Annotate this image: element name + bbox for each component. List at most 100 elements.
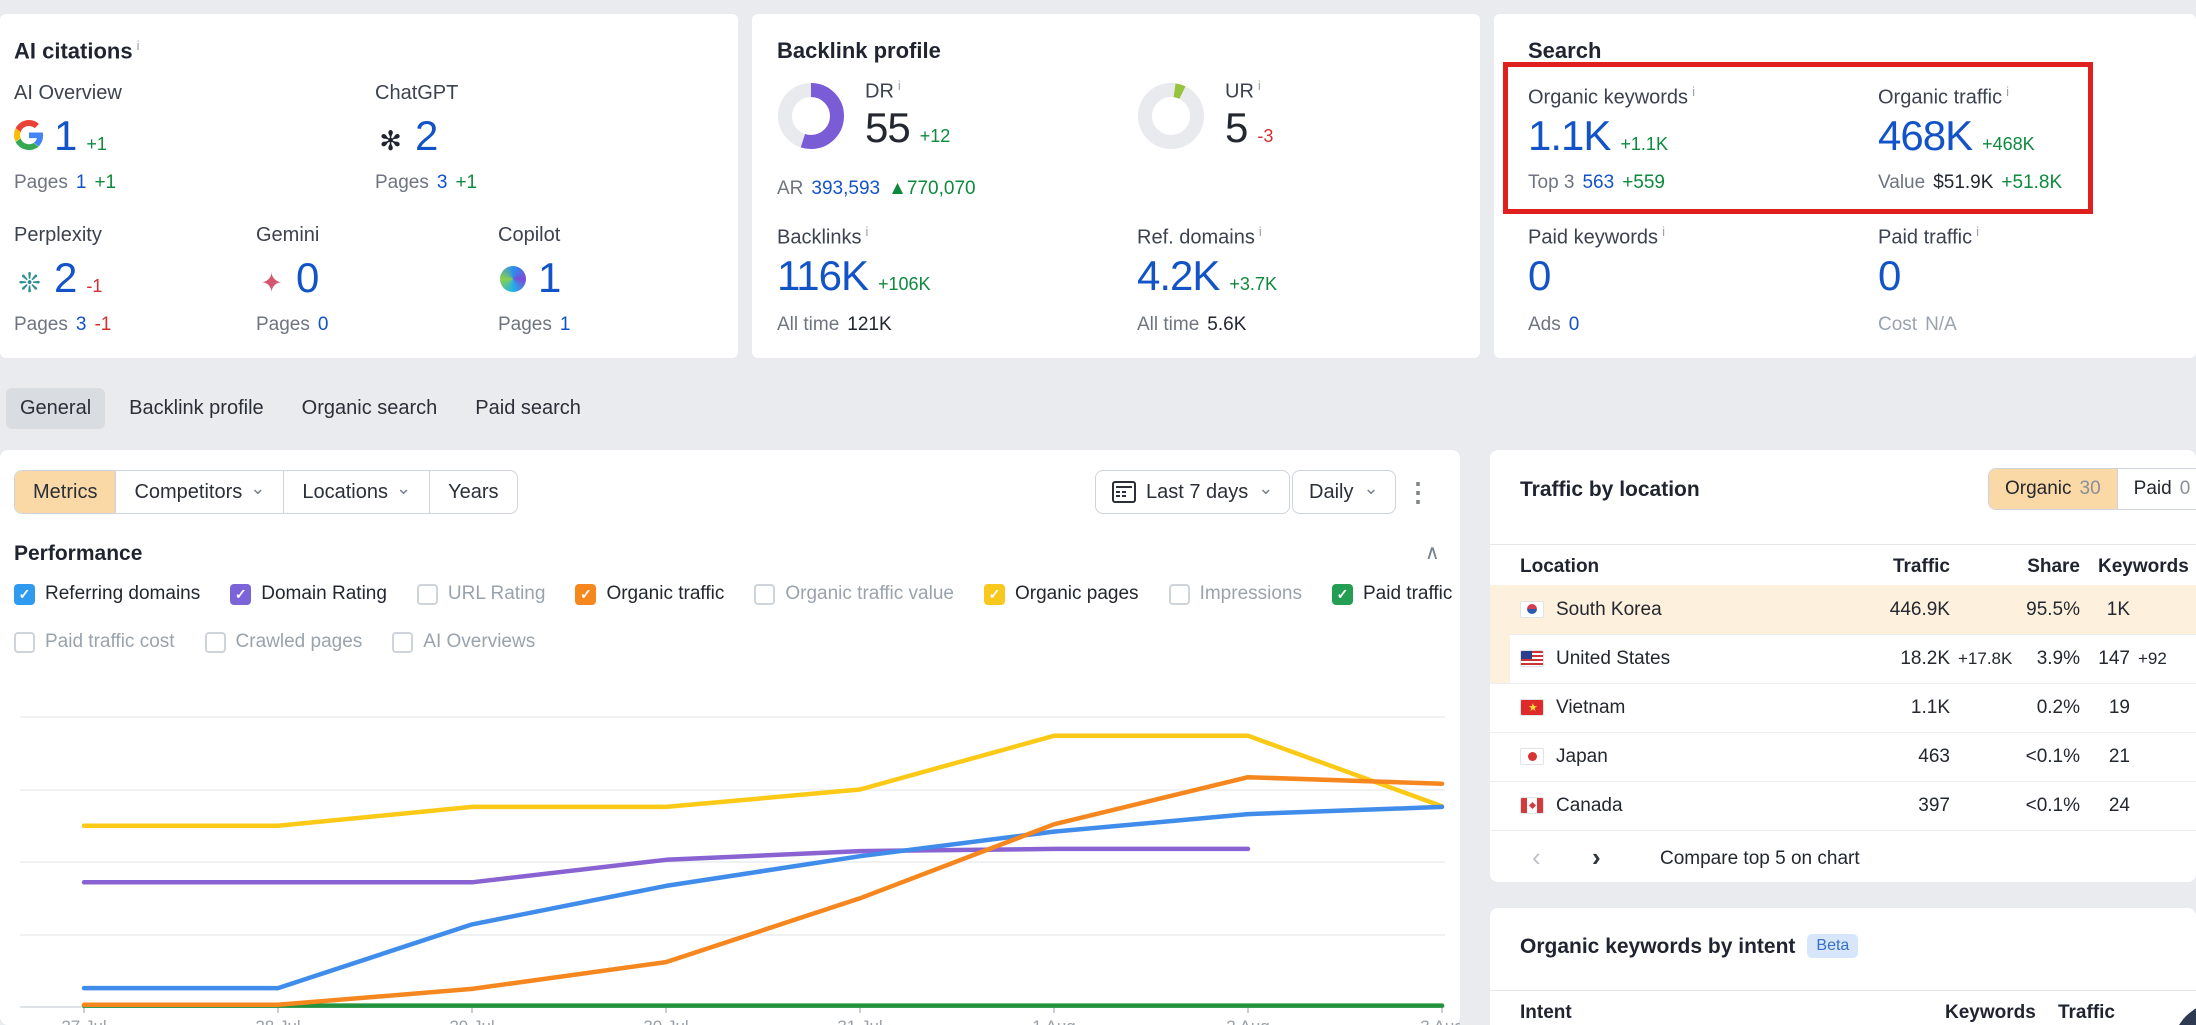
- metric-checkbox-referring-domains[interactable]: Referring domains: [14, 583, 200, 605]
- metric-checkbox-paid-traffic-cost[interactable]: Paid traffic cost: [14, 631, 175, 653]
- ai-source-pages: Pages1+1: [14, 172, 116, 194]
- chevron-up-icon[interactable]: ∧: [1425, 540, 1440, 565]
- dr-value: 55+12: [865, 104, 950, 152]
- ar-value-link[interactable]: 393,593: [811, 178, 880, 200]
- metric-checkbox-organic-traffic[interactable]: Organic traffic: [575, 583, 724, 605]
- date-range-button[interactable]: Last 7 days: [1095, 470, 1290, 514]
- info-icon[interactable]: i: [1662, 224, 1665, 239]
- next-page-button[interactable]: ›: [1592, 842, 1601, 873]
- metric-checkbox-ai-overviews[interactable]: AI Overviews: [392, 631, 535, 653]
- traffic-by-location-title: Traffic by location: [1520, 478, 1700, 502]
- info-icon[interactable]: i: [1976, 224, 1979, 239]
- ai-source-pages: Pages1: [498, 314, 570, 336]
- beta-badge: Beta: [1807, 934, 1858, 958]
- keywords-link[interactable]: 19: [2050, 683, 2130, 732]
- tab-paid-search[interactable]: Paid search: [461, 388, 595, 429]
- metric-checkbox-paid-traffic[interactable]: Paid traffic: [1332, 583, 1452, 605]
- tab-organic-search[interactable]: Organic search: [288, 388, 452, 429]
- tab-backlink-profile[interactable]: Backlink profile: [115, 388, 278, 429]
- ai-source-label: Gemini: [256, 224, 319, 247]
- location-row-vn[interactable]: ★Vietnam1.1K0.2%19: [1490, 683, 2196, 733]
- keywords-delta: +92: [2138, 634, 2167, 683]
- traffic-value: 463: [1820, 732, 1950, 781]
- overview-panel: MetricsCompetitorsLocationsYears Last 7 …: [0, 450, 1460, 1025]
- search-title: Search: [1528, 38, 1601, 64]
- keywords-link[interactable]: 147: [2050, 634, 2130, 683]
- flag-ca-icon: [1520, 797, 1544, 814]
- granularity-button[interactable]: Daily: [1292, 470, 1396, 514]
- toggle-organic[interactable]: Organic 30: [1989, 469, 2117, 509]
- metric-checkbox-organic-traffic-value[interactable]: Organic traffic value: [754, 583, 954, 605]
- pages-delta: -1: [94, 314, 111, 336]
- backlinks-alltime: All time121K: [777, 314, 892, 336]
- keywords-link[interactable]: 1K: [2050, 585, 2130, 634]
- filter-segment-years[interactable]: Years: [430, 471, 516, 513]
- pages-link[interactable]: 3: [76, 314, 87, 336]
- metric-checkbox-organic-pages[interactable]: Organic pages: [984, 583, 1139, 605]
- pages-link[interactable]: 1: [560, 314, 571, 336]
- traffic-by-location-panel: Traffic by location Organic 30 Paid 0 Lo…: [1490, 450, 2196, 882]
- backlinks-value[interactable]: 116K+106K: [777, 252, 931, 300]
- ai-source-delta: +1: [86, 134, 107, 155]
- toggle-paid[interactable]: Paid 0: [2117, 469, 2196, 509]
- keywords-link[interactable]: 24: [2050, 781, 2130, 830]
- x-axis-label: 28 Jul: [255, 1017, 300, 1025]
- info-icon[interactable]: i: [898, 78, 901, 93]
- filter-segment-competitors[interactable]: Competitors: [116, 471, 284, 513]
- tab-general[interactable]: General: [6, 388, 105, 429]
- series-organic-traffic: [84, 777, 1442, 1005]
- traffic-value: 397: [1820, 781, 1950, 830]
- pages-link[interactable]: 1: [76, 172, 87, 194]
- checkbox-icon: [575, 584, 596, 605]
- compare-top5-link[interactable]: Compare top 5 on chart: [1660, 848, 1860, 870]
- flag-kr-icon: [1520, 601, 1544, 618]
- info-icon[interactable]: i: [1259, 224, 1262, 239]
- ai-source-value[interactable]: ✦0: [256, 254, 318, 302]
- more-options-button[interactable]: [1405, 470, 1431, 514]
- location-row-us[interactable]: United States18.2K+17.8K3.9%147+92: [1490, 634, 2196, 684]
- checkbox-icon: [1169, 584, 1190, 605]
- keywords-link[interactable]: 21: [2050, 732, 2130, 781]
- ai-source-value[interactable]: 1: [498, 254, 560, 302]
- col-header-keywords: Keywords: [2098, 556, 2189, 578]
- x-axis-label: 3 Aug: [1420, 1017, 1460, 1025]
- col-header-share: Share: [2010, 556, 2080, 578]
- paid-keywords-value[interactable]: 0: [1528, 252, 1550, 300]
- metric-checkbox-url-rating[interactable]: URL Rating: [417, 583, 546, 605]
- metric-checkbox-domain-rating[interactable]: Domain Rating: [230, 583, 387, 605]
- ref-domains-value[interactable]: 4.2K+3.7K: [1137, 252, 1277, 300]
- info-icon[interactable]: i: [865, 224, 868, 239]
- paid-traffic-cost: CostN/A: [1878, 314, 1957, 336]
- backlink-profile-card: Backlink profile DRi 55+12 AR393,593▲770…: [752, 14, 1480, 358]
- series-referring-domains: [84, 807, 1442, 988]
- ai-source-pages: Pages3-1: [14, 314, 111, 336]
- metric-checkbox-crawled-pages[interactable]: Crawled pages: [205, 631, 363, 653]
- backlink-profile-title: Backlink profile: [777, 38, 941, 64]
- checkbox-icon: [392, 632, 413, 653]
- info-icon[interactable]: i: [1258, 78, 1261, 93]
- ai-source-label: AI Overview: [14, 82, 122, 105]
- performance-line-chart[interactable]: 27 Jul28 Jul29 Jul30 Jul31 Jul1 Aug2 Aug…: [0, 660, 1460, 1025]
- checkbox-icon: [230, 584, 251, 605]
- checkbox-icon: [417, 584, 438, 605]
- ur-donut-chart: [1137, 82, 1205, 150]
- filter-segment-locations[interactable]: Locations: [284, 471, 430, 513]
- paid-traffic-value[interactable]: 0: [1878, 252, 1900, 300]
- ai-source-value[interactable]: ✻2: [375, 112, 437, 160]
- filter-segment-metrics[interactable]: Metrics: [15, 471, 116, 513]
- checkbox-icon: [1332, 584, 1353, 605]
- metric-checkbox-impressions[interactable]: Impressions: [1169, 583, 1302, 605]
- pages-link[interactable]: 0: [318, 314, 329, 336]
- traffic-value: 1.1K: [1820, 683, 1950, 732]
- info-icon[interactable]: i: [137, 38, 140, 53]
- col-header-traffic: Traffic: [1880, 556, 1950, 578]
- location-row-kr[interactable]: South Korea446.9K95.5%1K: [1490, 585, 2196, 635]
- pages-link[interactable]: 3: [437, 172, 448, 194]
- ai-source-value[interactable]: 1+1: [14, 112, 107, 160]
- location-row-ca[interactable]: Canada397<0.1%24: [1490, 781, 2196, 831]
- location-row-jp[interactable]: Japan463<0.1%21: [1490, 732, 2196, 782]
- x-axis-label: 27 Jul: [61, 1017, 106, 1025]
- prev-page-button[interactable]: ‹: [1532, 842, 1541, 873]
- ai-source-value[interactable]: ❊2-1: [14, 254, 102, 302]
- google-icon: [14, 120, 44, 150]
